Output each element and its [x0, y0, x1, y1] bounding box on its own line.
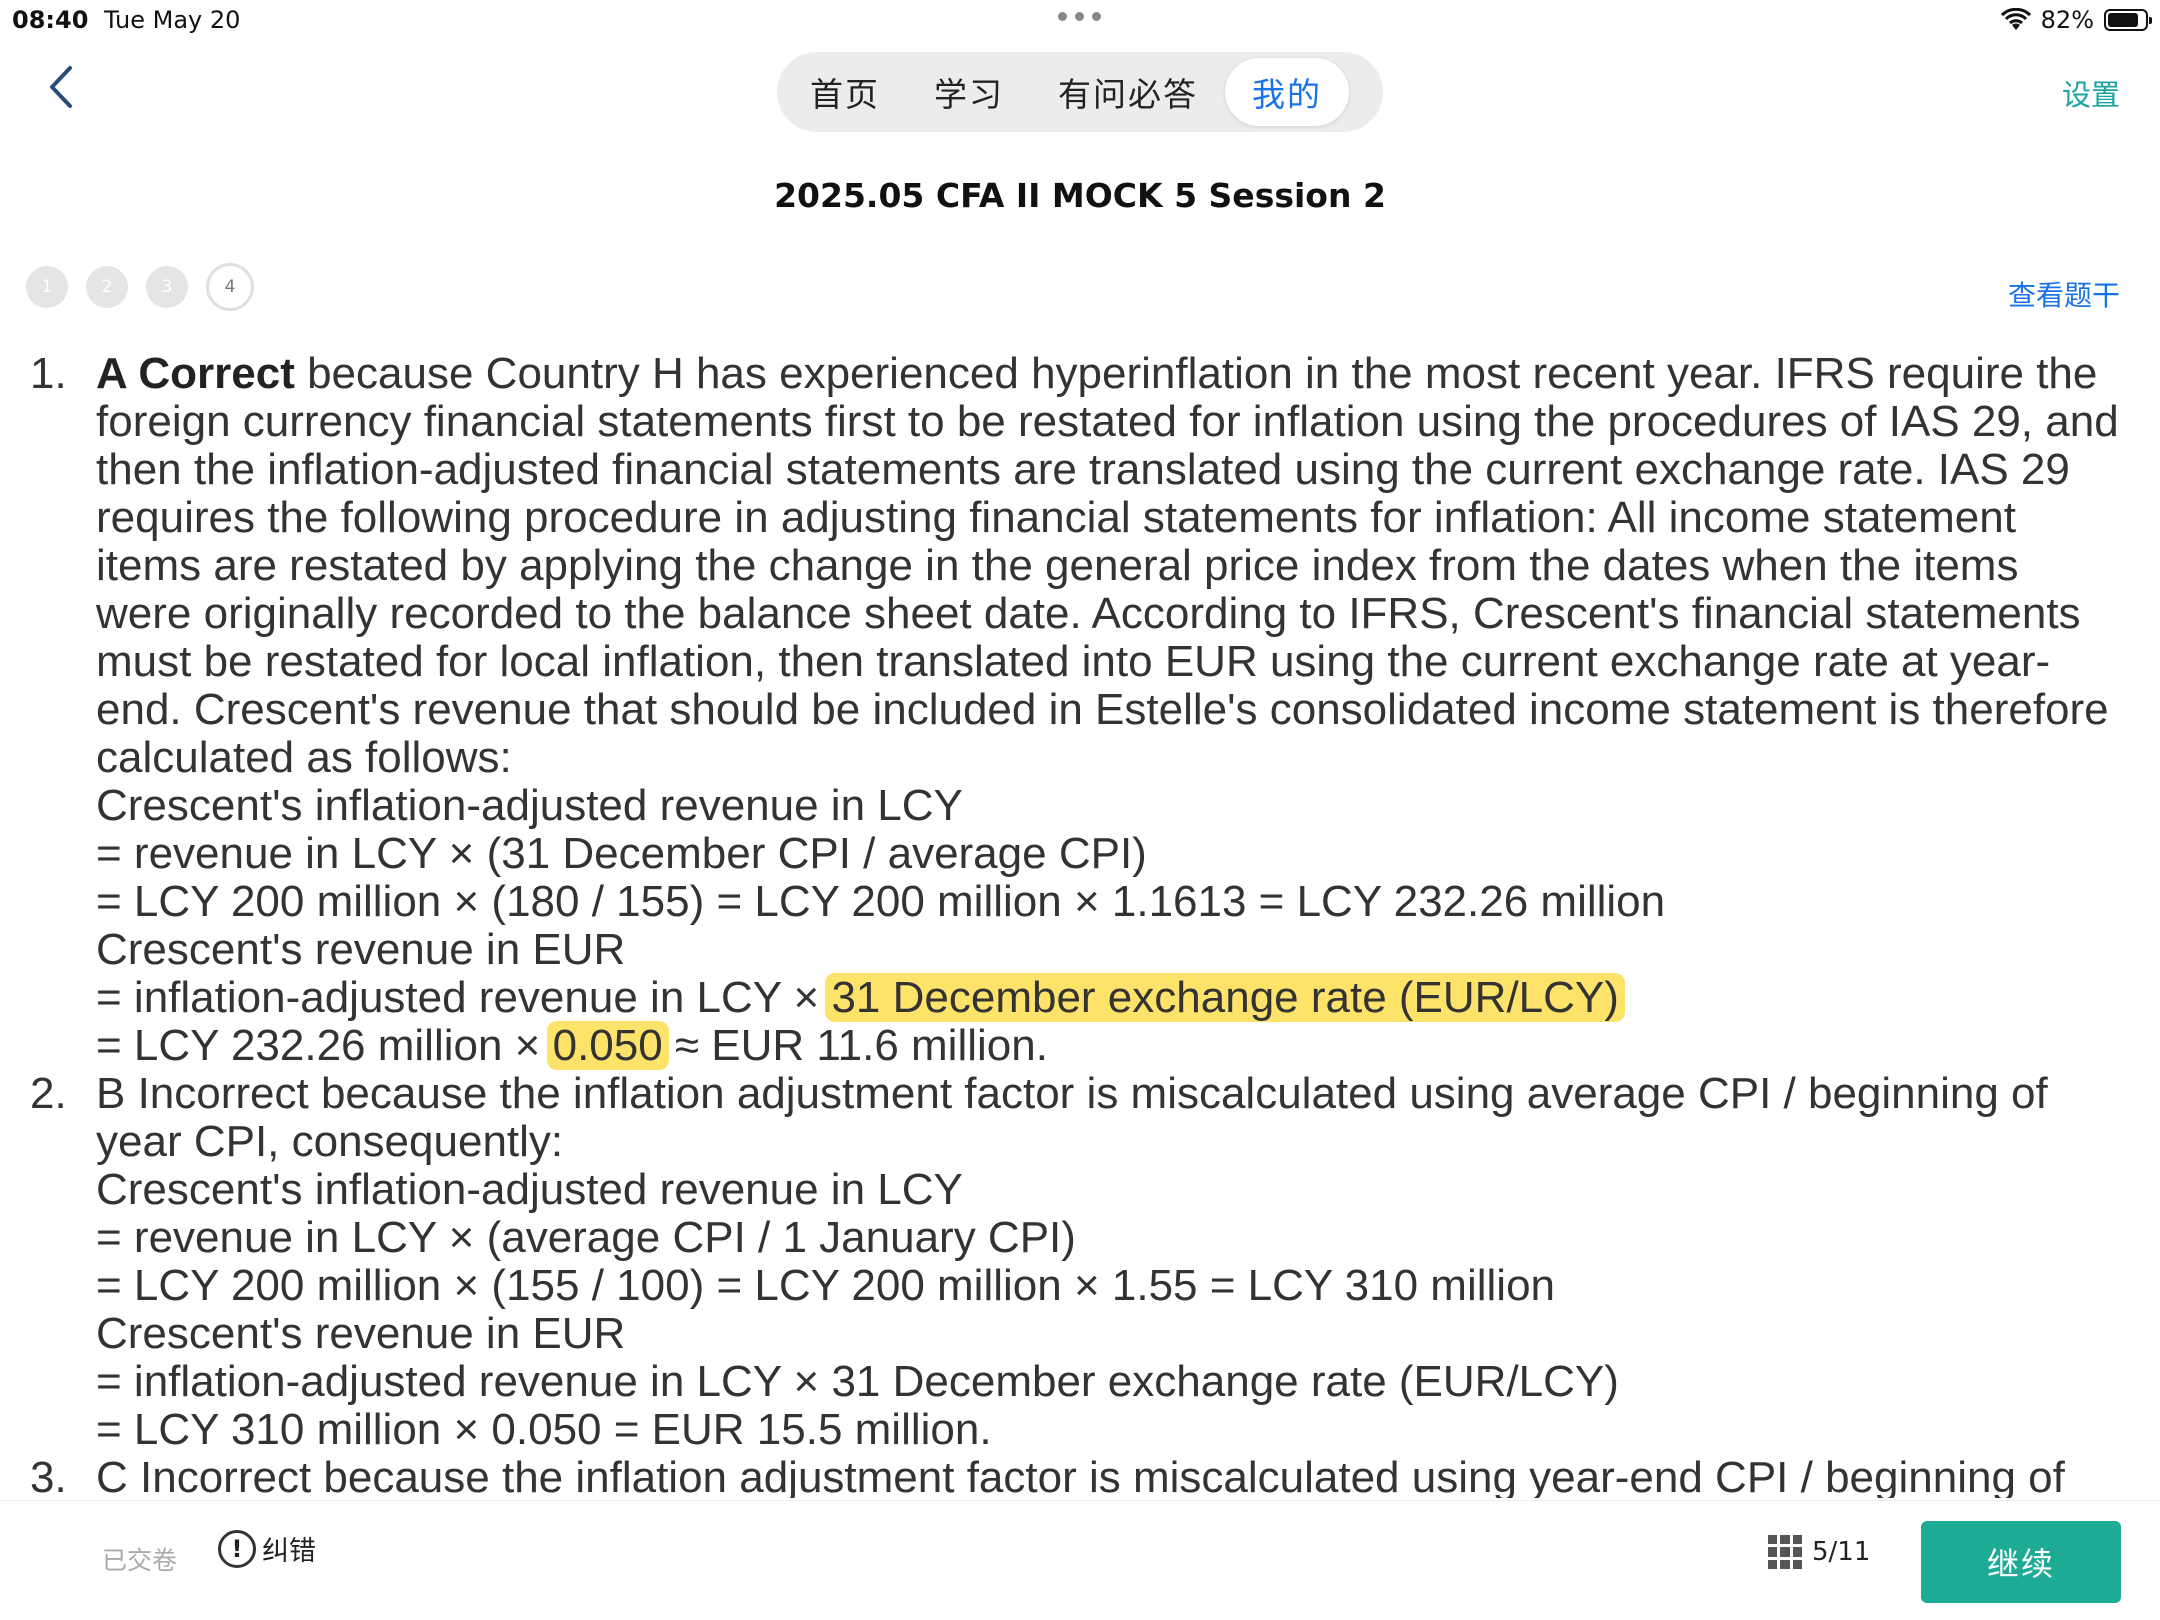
submitted-status: 已交卷 — [102, 1546, 178, 1575]
explanation-line: foreign currency financial statements fi… — [96, 397, 2119, 446]
question-dot-4[interactable]: 4 — [206, 263, 254, 311]
explanation-item-3: 3. C Incorrect because the inflation adj… — [30, 1453, 2142, 1499]
explanation-line: requires the following procedure in adju… — [96, 493, 2016, 542]
explanation-line: were originally recorded to the balance … — [96, 589, 2081, 638]
item-number: 1. — [30, 350, 67, 398]
explanation-line: then the inflation-adjusted financial st… — [96, 445, 2070, 494]
explanation-line: end. Crescent's revenue that should be i… — [96, 685, 2109, 734]
explanation-line: Crescent's inflation-adjusted revenue in… — [96, 1165, 963, 1214]
page-counter: 5/11 — [1812, 1537, 1871, 1567]
main-tab-bar: 首页 学习 有问必答 我的 — [777, 52, 1383, 132]
explanation-line: = revenue in LCY × (average CPI / 1 Janu… — [96, 1213, 1076, 1262]
answer-sheet-button[interactable]: 5/11 — [1768, 1535, 1870, 1569]
explanation-line: = LCY 200 million × (155 / 100) = LCY 20… — [96, 1261, 1556, 1310]
multitask-dots-icon[interactable] — [1058, 12, 1101, 21]
continue-button[interactable]: 继续 — [1921, 1521, 2121, 1603]
exclamation-circle-icon: ! — [218, 1529, 256, 1568]
explanation-line: C Incorrect because the inflation adjust… — [96, 1453, 2065, 1499]
explanation-line: items are restated by applying the chang… — [96, 541, 2019, 590]
explanation-line: Crescent's revenue in EUR — [96, 1309, 626, 1358]
battery-percent: 82% — [2040, 6, 2094, 34]
explanation-line: calculated as follows: — [96, 733, 512, 782]
explanation-item-2: 2. B Incorrect because the inflation adj… — [30, 1070, 2142, 1454]
explanation-line: = revenue in LCY × (31 December CPI / av… — [96, 829, 1147, 878]
explanation-content[interactable]: 1. A Correct because Country H has exper… — [30, 350, 2142, 1498]
explanation-line: year CPI, consequently: — [96, 1117, 564, 1166]
answer-verdict: A Correct — [96, 350, 295, 398]
status-time: 08:40 — [12, 6, 89, 34]
tab-study[interactable]: 学习 — [907, 58, 1031, 126]
view-question-stem-link[interactable]: 查看题干 — [2008, 274, 2120, 314]
wifi-icon — [2000, 8, 2031, 30]
explanation-line: must be restated for local inflation, th… — [96, 637, 2051, 686]
explanation-line: Crescent's inflation-adjusted revenue in… — [96, 781, 963, 830]
explanation-line: = inflation-adjusted revenue in LCY × 31… — [96, 973, 2142, 1022]
explanation-line: B Incorrect because the inflation adjust… — [96, 1069, 2048, 1118]
question-dot-3[interactable]: 3 — [146, 266, 188, 308]
chevron-left-icon — [50, 66, 72, 108]
explanation-item-1: 1. A Correct because Country H has exper… — [30, 350, 2142, 1070]
explanation-line: = LCY 232.26 million × 0.050 ≈ EUR 11.6 … — [96, 1021, 1048, 1070]
explanation-line: = inflation-adjusted revenue in LCY × 31… — [96, 1357, 1619, 1406]
tab-mine[interactable]: 我的 — [1225, 58, 1349, 126]
question-dot-1[interactable]: 1 — [26, 266, 68, 308]
explanation-line: = LCY 200 million × (180 / 155) = LCY 20… — [96, 877, 1666, 926]
report-error-button[interactable]: ! 纠错 — [218, 1529, 316, 1568]
page-title: 2025.05 CFA II MOCK 5 Session 2 — [774, 176, 1386, 215]
report-error-label: 纠错 — [262, 1536, 316, 1567]
highlight-mark: 31 December exchange rate (EUR/LCY) — [825, 973, 1625, 1022]
tab-home[interactable]: 首页 — [783, 58, 907, 126]
item-number: 3. — [30, 1453, 67, 1499]
explanation-line: Crescent's revenue in EUR — [96, 925, 626, 974]
explanation-line: A Correct because Country H has experien… — [96, 350, 2098, 398]
status-bar: 08:40 Tue May 20 82% — [0, 0, 2160, 40]
tab-qa[interactable]: 有问必答 — [1031, 58, 1225, 126]
grid-icon — [1768, 1535, 1802, 1569]
back-button[interactable] — [46, 64, 86, 114]
status-indicators: 82% — [2000, 6, 2152, 34]
highlight-mark: 0.050 — [546, 1021, 669, 1070]
status-date: Tue May 20 — [104, 6, 241, 34]
question-progress: 1 2 3 4 — [26, 263, 254, 311]
bottom-toolbar: 已交卷 ! 纠错 5/11 继续 — [0, 1500, 2160, 1620]
settings-link[interactable]: 设置 — [2062, 72, 2120, 114]
battery-icon — [2104, 9, 2152, 31]
explanation-line: = LCY 310 million × 0.050 = EUR 15.5 mil… — [96, 1405, 992, 1454]
question-dot-2[interactable]: 2 — [86, 266, 128, 308]
item-number: 2. — [30, 1069, 67, 1118]
